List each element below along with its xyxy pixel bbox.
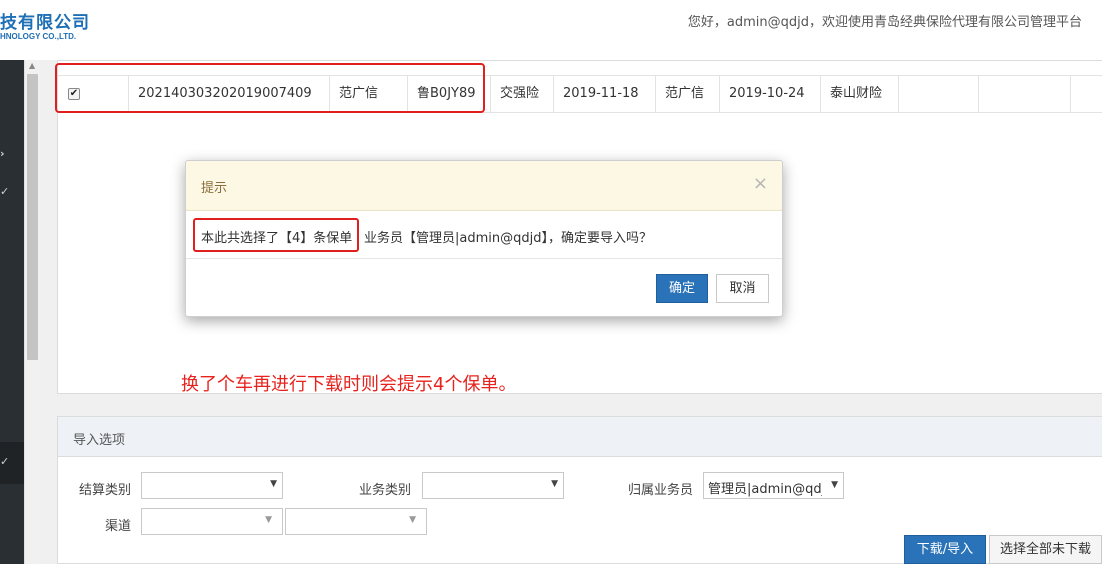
app-header: 技有限公司 HNOLOGY CO.,LTD. 您好，admin@qdjd，欢迎使… [0, 0, 1102, 60]
scroll-up-arrow-icon[interactable]: ▲ [29, 62, 35, 70]
vertical-scrollbar[interactable]: ▲ [24, 60, 40, 564]
company-logo-cn: 技有限公司 [0, 13, 90, 33]
confirm-dialog: 提示 × 本此共选择了【4】条保单 业务员【管理员|admin@qdjd】，确定… [185, 160, 783, 317]
owner-name-cell: 范广信 [656, 76, 720, 112]
empty-cell [899, 76, 979, 112]
chevron-down-icon[interactable]: ✓ [0, 456, 10, 468]
download-import-button[interactable]: 下载/导入 [904, 535, 986, 564]
dialog-message-confirm: 业务员【管理员|admin@qdjd】，确定要导入吗？ [364, 231, 652, 246]
cancel-button[interactable]: 取消 [716, 274, 769, 303]
salesman-value: 管理员|admin@qdjd [708, 482, 822, 497]
select-all-undownloaded-button[interactable]: 选择全部未下载 [989, 535, 1102, 564]
caret-down-icon: ▼ [831, 480, 838, 490]
start-date-cell: 2019-11-18 [554, 76, 656, 112]
insurer-cell: 泰山财险 [821, 76, 899, 112]
dialog-body: 本此共选择了【4】条保单 业务员【管理员|admin@qdjd】，确定要导入吗？ [186, 212, 782, 259]
welcome-text: 您好，admin@qdjd，欢迎使用青岛经典保险代理有限公司管理平台 [687, 15, 1082, 30]
chevron-down-icon[interactable]: ✓ [0, 186, 10, 198]
business-type-select[interactable]: ▼ [422, 472, 564, 499]
issue-date-cell: 2019-10-24 [720, 76, 821, 112]
close-icon[interactable]: × [753, 175, 768, 193]
caret-down-icon: ▼ [265, 515, 272, 525]
channel-label: 渠道 [105, 519, 132, 534]
caret-down-icon: ▼ [551, 479, 558, 489]
dialog-title: 提示 [201, 181, 228, 196]
import-options-title: 导入选项 [73, 433, 126, 448]
salesman-select[interactable]: 管理员|admin@qdjd ▼ [703, 472, 844, 499]
scrollbar-thumb[interactable] [27, 74, 38, 360]
import-options-header: 导入选项 [58, 417, 1102, 457]
sidebar: › ✓ ✓ [0, 60, 24, 564]
row-highlight-box [55, 63, 485, 113]
settlement-type-label: 结算类别 [79, 483, 132, 498]
caret-down-icon: ▼ [270, 479, 277, 489]
caret-down-icon: ▼ [409, 515, 416, 525]
annotation-text: 换了个车再进行下载时则会提示4个保单。 [181, 374, 517, 395]
ok-button[interactable]: 确定 [656, 274, 708, 303]
chevron-right-icon[interactable]: › [0, 148, 10, 160]
empty-cell [979, 76, 1071, 112]
empty-cell [1071, 76, 1102, 112]
salesman-label: 归属业务员 [628, 483, 694, 498]
channel-select-1[interactable]: ▼ [141, 508, 283, 535]
dialog-header: 提示 × [186, 161, 782, 211]
company-logo-en: HNOLOGY CO.,LTD. [0, 32, 77, 41]
channel-select-2[interactable]: ▼ [285, 508, 427, 535]
settlement-type-select[interactable]: ▼ [141, 472, 283, 499]
message-highlight-box [193, 218, 359, 252]
insurance-type-cell: 交强险 [491, 76, 554, 112]
business-type-label: 业务类别 [359, 483, 412, 498]
